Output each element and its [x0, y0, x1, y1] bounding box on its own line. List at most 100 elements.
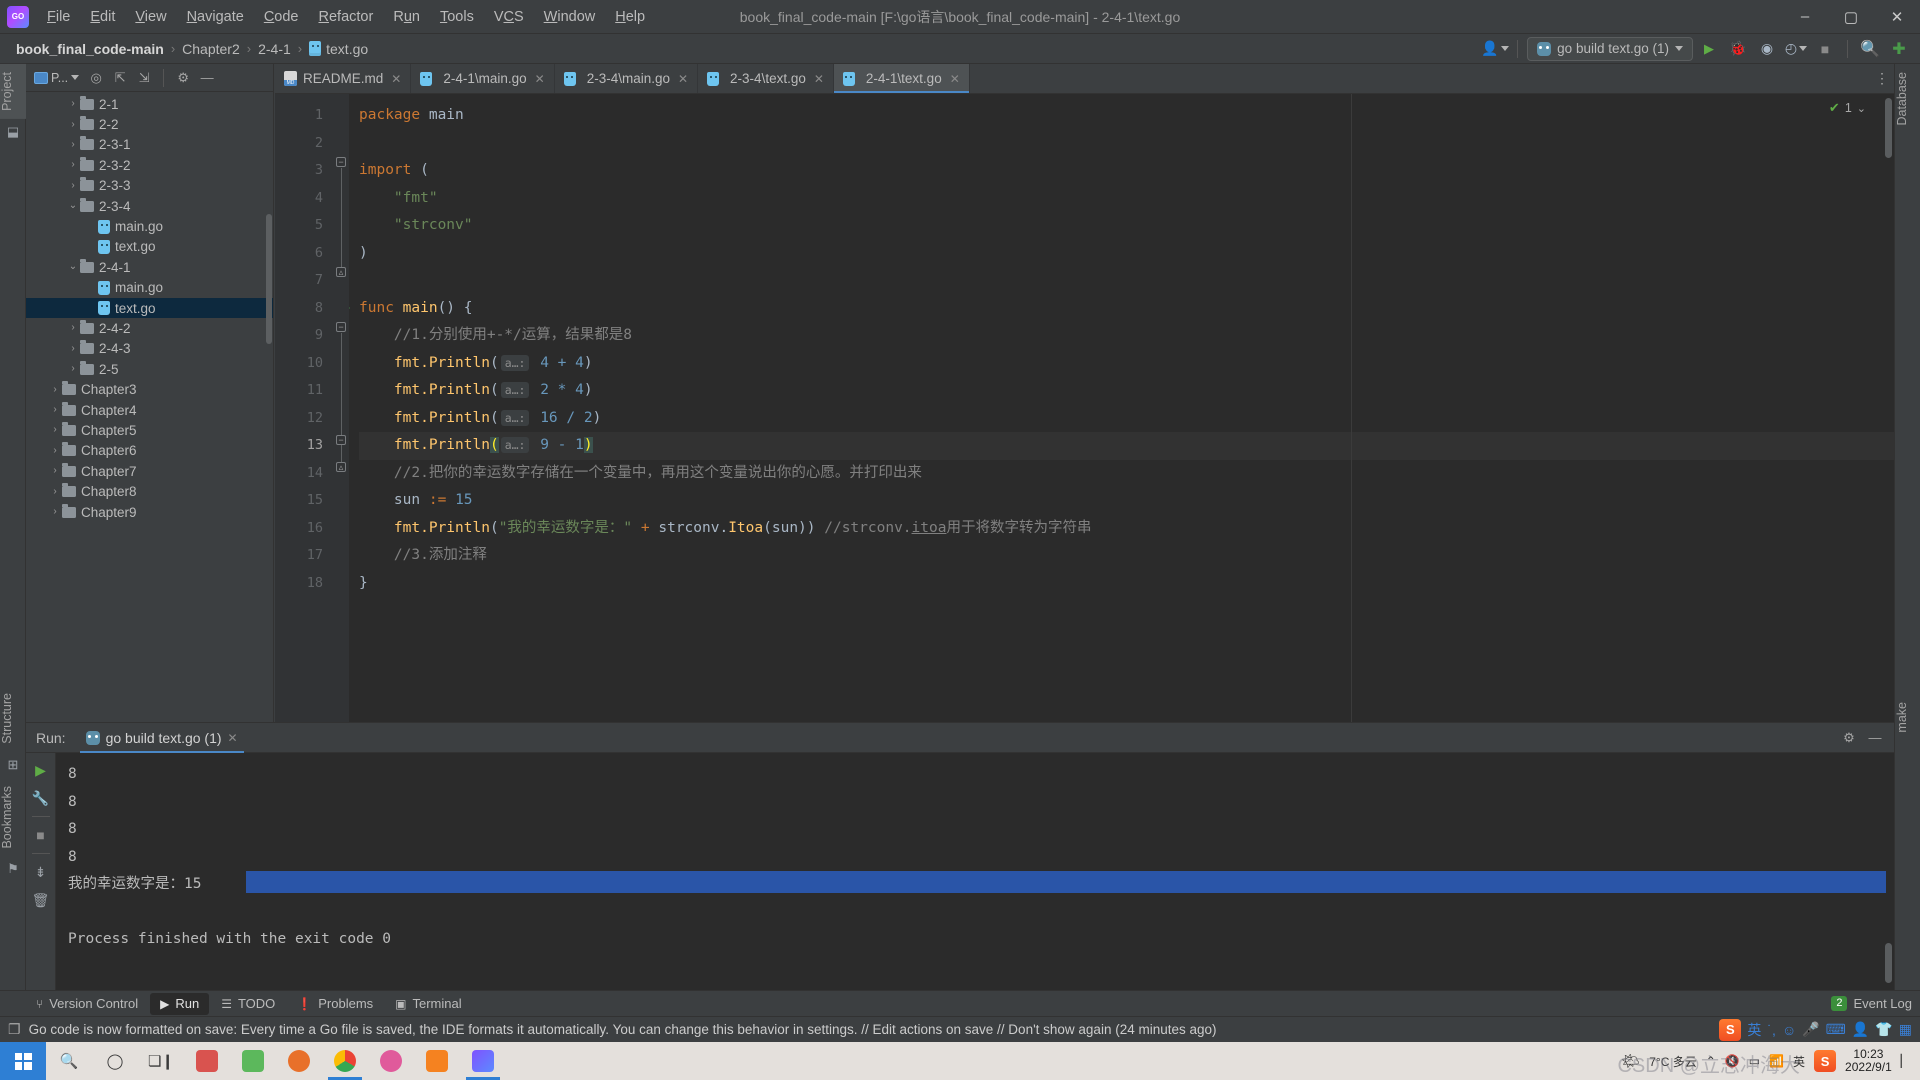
hide-panel-icon[interactable]: — — [196, 67, 218, 89]
show-hidden-icons[interactable]: ⌃ — [1706, 1054, 1716, 1068]
close-icon[interactable]: ✕ — [391, 72, 401, 86]
code-line[interactable]: package main — [359, 102, 1894, 130]
skin-icon[interactable]: 👕 — [1875, 1021, 1892, 1038]
chevron-right-icon[interactable]: › — [48, 466, 62, 476]
code-folding-gutter[interactable]: − ▵ − − − ▵ — [333, 94, 349, 790]
status-message[interactable]: Go code is now formatted on save: Every … — [29, 1022, 1217, 1037]
menu-help[interactable]: Help — [605, 6, 655, 28]
chevron-right-icon[interactable]: › — [48, 445, 62, 456]
weather-icon[interactable]: 🌤 — [1621, 1052, 1640, 1070]
project-view-selector[interactable]: P... — [30, 69, 83, 87]
close-icon[interactable]: ✕ — [814, 72, 824, 86]
tree-item-Chapter5[interactable]: › Chapter5 — [26, 420, 273, 440]
chevron-right-icon[interactable]: › — [48, 486, 62, 497]
fold-marker[interactable]: ▵ — [336, 462, 346, 472]
tree-item-2-3-4[interactable]: ⌄ 2-3-4 — [26, 196, 273, 216]
stripe-button-database[interactable]: Database — [1895, 64, 1920, 134]
code-line[interactable]: fmt.Println("我的幸运数字是：" + strconv.Itoa(su… — [359, 515, 1894, 543]
code-line[interactable]: fmt.Println(a…: 4 + 4) — [359, 350, 1894, 378]
run-configuration-selector[interactable]: go build text.go (1) — [1527, 36, 1693, 61]
taskbar-taskview-button[interactable]: ❏❙ — [138, 1042, 184, 1080]
account-icon[interactable]: 👤 — [1481, 37, 1510, 61]
microphone-icon[interactable]: 🎤 — [1802, 1021, 1819, 1038]
chevron-down-icon[interactable]: ⌄ — [66, 262, 80, 272]
code-line[interactable]: import ( — [359, 157, 1894, 185]
ime-tray-label[interactable]: 英 — [1793, 1053, 1805, 1070]
menu-refactor[interactable]: Refactor — [309, 6, 384, 28]
menu-view[interactable]: View — [125, 6, 176, 28]
chevron-right-icon[interactable]: › — [66, 343, 80, 354]
tree-item-main-go[interactable]: main.go — [26, 216, 273, 236]
taskbar-app-wechat[interactable] — [230, 1042, 276, 1080]
fold-marker[interactable]: − — [336, 157, 346, 167]
chevron-right-icon[interactable]: › — [66, 139, 80, 150]
updates-icon[interactable]: ✚ — [1886, 37, 1912, 61]
expand-all-icon[interactable]: ⇱ — [109, 67, 131, 89]
close-icon[interactable]: ✕ — [678, 72, 688, 86]
close-icon[interactable]: ✕ — [950, 72, 960, 86]
chevron-right-icon[interactable]: › — [66, 180, 80, 191]
taskbar-app-media[interactable] — [184, 1042, 230, 1080]
tree-item-Chapter9[interactable]: › Chapter9 — [26, 502, 273, 522]
tree-item-2-3-3[interactable]: › 2-3-3 — [26, 176, 273, 196]
fold-marker[interactable]: − — [336, 322, 346, 332]
project-tree-scrollbar[interactable] — [266, 214, 272, 344]
tree-item-text-go[interactable]: text.go — [26, 297, 273, 319]
toolwindow-button-run[interactable]: ▶ Run — [150, 992, 210, 1015]
chevron-right-icon[interactable]: › — [48, 384, 62, 395]
tree-item-Chapter7[interactable]: › Chapter7 — [26, 461, 273, 481]
taskbar-clock[interactable]: 10:23 2022/9/1 — [1845, 1048, 1892, 1074]
run-tab-active[interactable]: go build text.go (1) ✕ — [76, 723, 248, 753]
punctuation-icon[interactable]: ˙, — [1767, 1022, 1776, 1038]
code-line[interactable]: //2.把你的幸运数字存储在一个变量中，再用这个变量说出你的心愿。并打印出来 — [359, 460, 1894, 488]
tree-item-2-3-2[interactable]: › 2-3-2 — [26, 155, 273, 175]
stop-button[interactable]: ■ — [1812, 37, 1838, 61]
chevron-right-icon[interactable]: › — [48, 405, 62, 415]
breadcrumb-item-folder[interactable]: 2-4-1 — [254, 39, 295, 59]
editor-tab-README-md[interactable]: README.md ✕ — [275, 64, 412, 93]
tab-overflow-icon[interactable]: ⋮ — [1870, 64, 1894, 93]
breadcrumb-item-file[interactable]: text.go — [305, 39, 372, 59]
scroll-to-end-icon[interactable]: ⇟ — [28, 859, 54, 885]
tree-item-main-go[interactable]: main.go — [26, 278, 273, 298]
code-line[interactable]: "strconv" — [359, 212, 1894, 240]
code-line[interactable]: sun := 15 — [359, 487, 1894, 515]
editor-tab-2-3-4-main-go[interactable]: 2-3-4\main.go ✕ — [555, 64, 699, 93]
toolwindow-button-terminal[interactable]: ▣ Terminal — [385, 993, 471, 1015]
code-line[interactable]: fmt.Println(a…: 9 - 1) — [359, 432, 1894, 460]
stripe-button-make[interactable]: make — [1895, 694, 1920, 741]
editor-scrollbar[interactable] — [1885, 98, 1892, 158]
tree-item-text-go[interactable]: text.go — [26, 237, 273, 257]
code-line[interactable] — [359, 130, 1894, 158]
menu-tools[interactable]: Tools — [430, 6, 484, 28]
rerun-icon[interactable]: ▶ — [28, 757, 54, 783]
tree-item-2-4-1[interactable]: ⌄ 2-4-1 — [26, 257, 273, 277]
sogou-tray-icon[interactable]: S — [1814, 1050, 1837, 1072]
maximize-button[interactable]: ▢ — [1828, 0, 1874, 34]
run-button[interactable]: ▶ — [1696, 37, 1722, 61]
debug-button[interactable]: 🐞 — [1725, 37, 1751, 61]
ime-chinese-icon[interactable]: 英 — [1747, 1020, 1761, 1040]
tree-item-Chapter6[interactable]: › Chapter6 — [26, 441, 273, 461]
stripe-button-project[interactable]: Project — [0, 64, 26, 119]
editor-tab-2-4-1-main-go[interactable]: 2-4-1\main.go ✕ — [411, 64, 555, 93]
taskbar-cortana-button[interactable]: ◯ — [92, 1042, 138, 1080]
wrench-icon[interactable]: 🔧 — [28, 785, 54, 811]
hide-panel-icon[interactable]: — — [1864, 727, 1886, 749]
tree-item-2-4-2[interactable]: › 2-4-2 — [26, 318, 273, 338]
menu-vcs[interactable]: VCS — [484, 6, 534, 28]
close-icon[interactable]: ✕ — [535, 72, 545, 86]
tree-item-2-5[interactable]: › 2-5 — [26, 359, 273, 379]
code-line[interactable]: //1.分别使用+-*/运算，结果都是8 — [359, 322, 1894, 350]
taskbar-app-rss[interactable] — [414, 1042, 460, 1080]
toolwindow-button-version-control[interactable]: ⑂ Version Control — [26, 993, 148, 1015]
taskbar-app-firefox[interactable] — [276, 1042, 322, 1080]
menu-edit[interactable]: Edit — [80, 6, 125, 28]
weather-label[interactable]: 7°C 多云 — [1649, 1053, 1696, 1070]
gear-icon[interactable]: ⚙ — [1838, 727, 1860, 749]
breadcrumb-item-project[interactable]: book_final_code-main — [12, 39, 168, 59]
fold-marker[interactable]: − — [336, 435, 346, 445]
stop-icon[interactable]: ■ — [28, 822, 54, 848]
code-content[interactable]: package main import ( "fmt" "strconv") fun… — [349, 94, 1894, 790]
chevron-down-icon[interactable]: ⌄ — [66, 201, 80, 211]
